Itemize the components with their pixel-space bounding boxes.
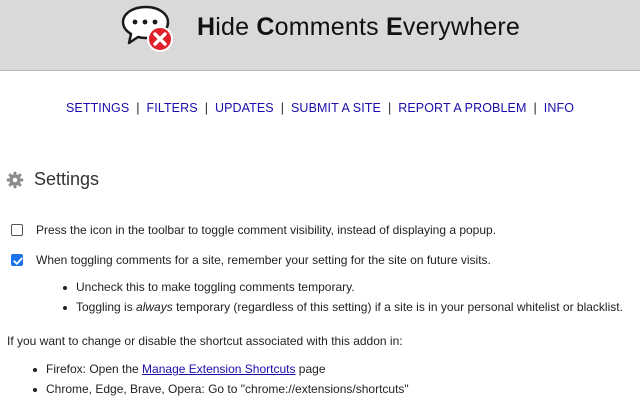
shortcut-instructions: Firefox: Open the Manage Extension Short… bbox=[33, 362, 409, 402]
nav-link-info[interactable]: INFO bbox=[544, 101, 574, 115]
nav-separator: | bbox=[280, 101, 284, 115]
speech-bubble-red-x-icon bbox=[121, 5, 173, 52]
title-word-part: ide bbox=[215, 13, 257, 41]
app-title: Hide Comments Everywhere bbox=[197, 13, 520, 42]
nav-link-report-problem[interactable]: REPORT A PROBLEM bbox=[398, 101, 526, 115]
chrome-instructions: Chrome, Edge, Brave, Opera: Go to "chrom… bbox=[46, 382, 409, 396]
firefox-suffix: page bbox=[295, 362, 326, 376]
nav-separator: | bbox=[387, 101, 392, 115]
title-initial: H bbox=[197, 13, 216, 41]
firefox-prefix: Firefox: Open the bbox=[46, 362, 143, 376]
app-header: Hide Comments Everywhere bbox=[0, 0, 640, 71]
remember-setting-notes: Uncheck this to make toggling comments t… bbox=[63, 280, 623, 320]
nav-link-filters[interactable]: FILTERS bbox=[147, 101, 198, 115]
checkmark-icon bbox=[13, 257, 23, 265]
title-word-part: omments bbox=[274, 13, 386, 41]
nav-link-submit-site[interactable]: SUBMIT A SITE bbox=[291, 101, 381, 115]
top-nav: SETTINGS | FILTERS | UPDATES | SUBMIT A SITE | R… bbox=[0, 101, 640, 115]
title-initial: C bbox=[256, 13, 275, 41]
manage-extension-shortcuts-link[interactable]: Manage Extension Shortcuts bbox=[142, 362, 295, 376]
title-initial: E bbox=[386, 13, 403, 41]
nav-link-settings[interactable]: SETTINGS bbox=[66, 101, 129, 115]
list-item: Firefox: Open the Manage Extension Short… bbox=[33, 362, 409, 382]
remember-setting-label[interactable]: When toggling comments for a site, remem… bbox=[36, 253, 491, 267]
nav-link-updates[interactable]: UPDATES bbox=[215, 101, 274, 115]
list-item: Uncheck this to make toggling comments t… bbox=[63, 280, 623, 300]
nav-separator: | bbox=[533, 101, 537, 115]
gear-icon bbox=[6, 171, 24, 189]
list-item: Toggling is always temporary (regardless… bbox=[63, 300, 623, 320]
nav-separator: | bbox=[204, 101, 208, 115]
toolbar-toggle-label[interactable]: Press the icon in the toolbar to toggle … bbox=[36, 223, 496, 237]
remember-setting-checkbox[interactable] bbox=[11, 254, 23, 266]
settings-title: Settings bbox=[34, 169, 100, 189]
list-item: Chrome, Edge, Brave, Opera: Go to "chrom… bbox=[33, 382, 409, 402]
note-temporary: Uncheck this to make toggling comments t… bbox=[76, 280, 355, 294]
shortcut-intro: If you want to change or disable the sho… bbox=[7, 334, 403, 348]
note-suffix: temporary (regardless of this setting) i… bbox=[172, 300, 623, 314]
note-emphasis: always bbox=[136, 300, 173, 314]
note-prefix: Toggling is bbox=[76, 300, 137, 314]
nav-separator: | bbox=[136, 101, 140, 115]
title-word-part: verywhere bbox=[402, 13, 520, 41]
toolbar-toggle-checkbox[interactable] bbox=[11, 224, 23, 236]
